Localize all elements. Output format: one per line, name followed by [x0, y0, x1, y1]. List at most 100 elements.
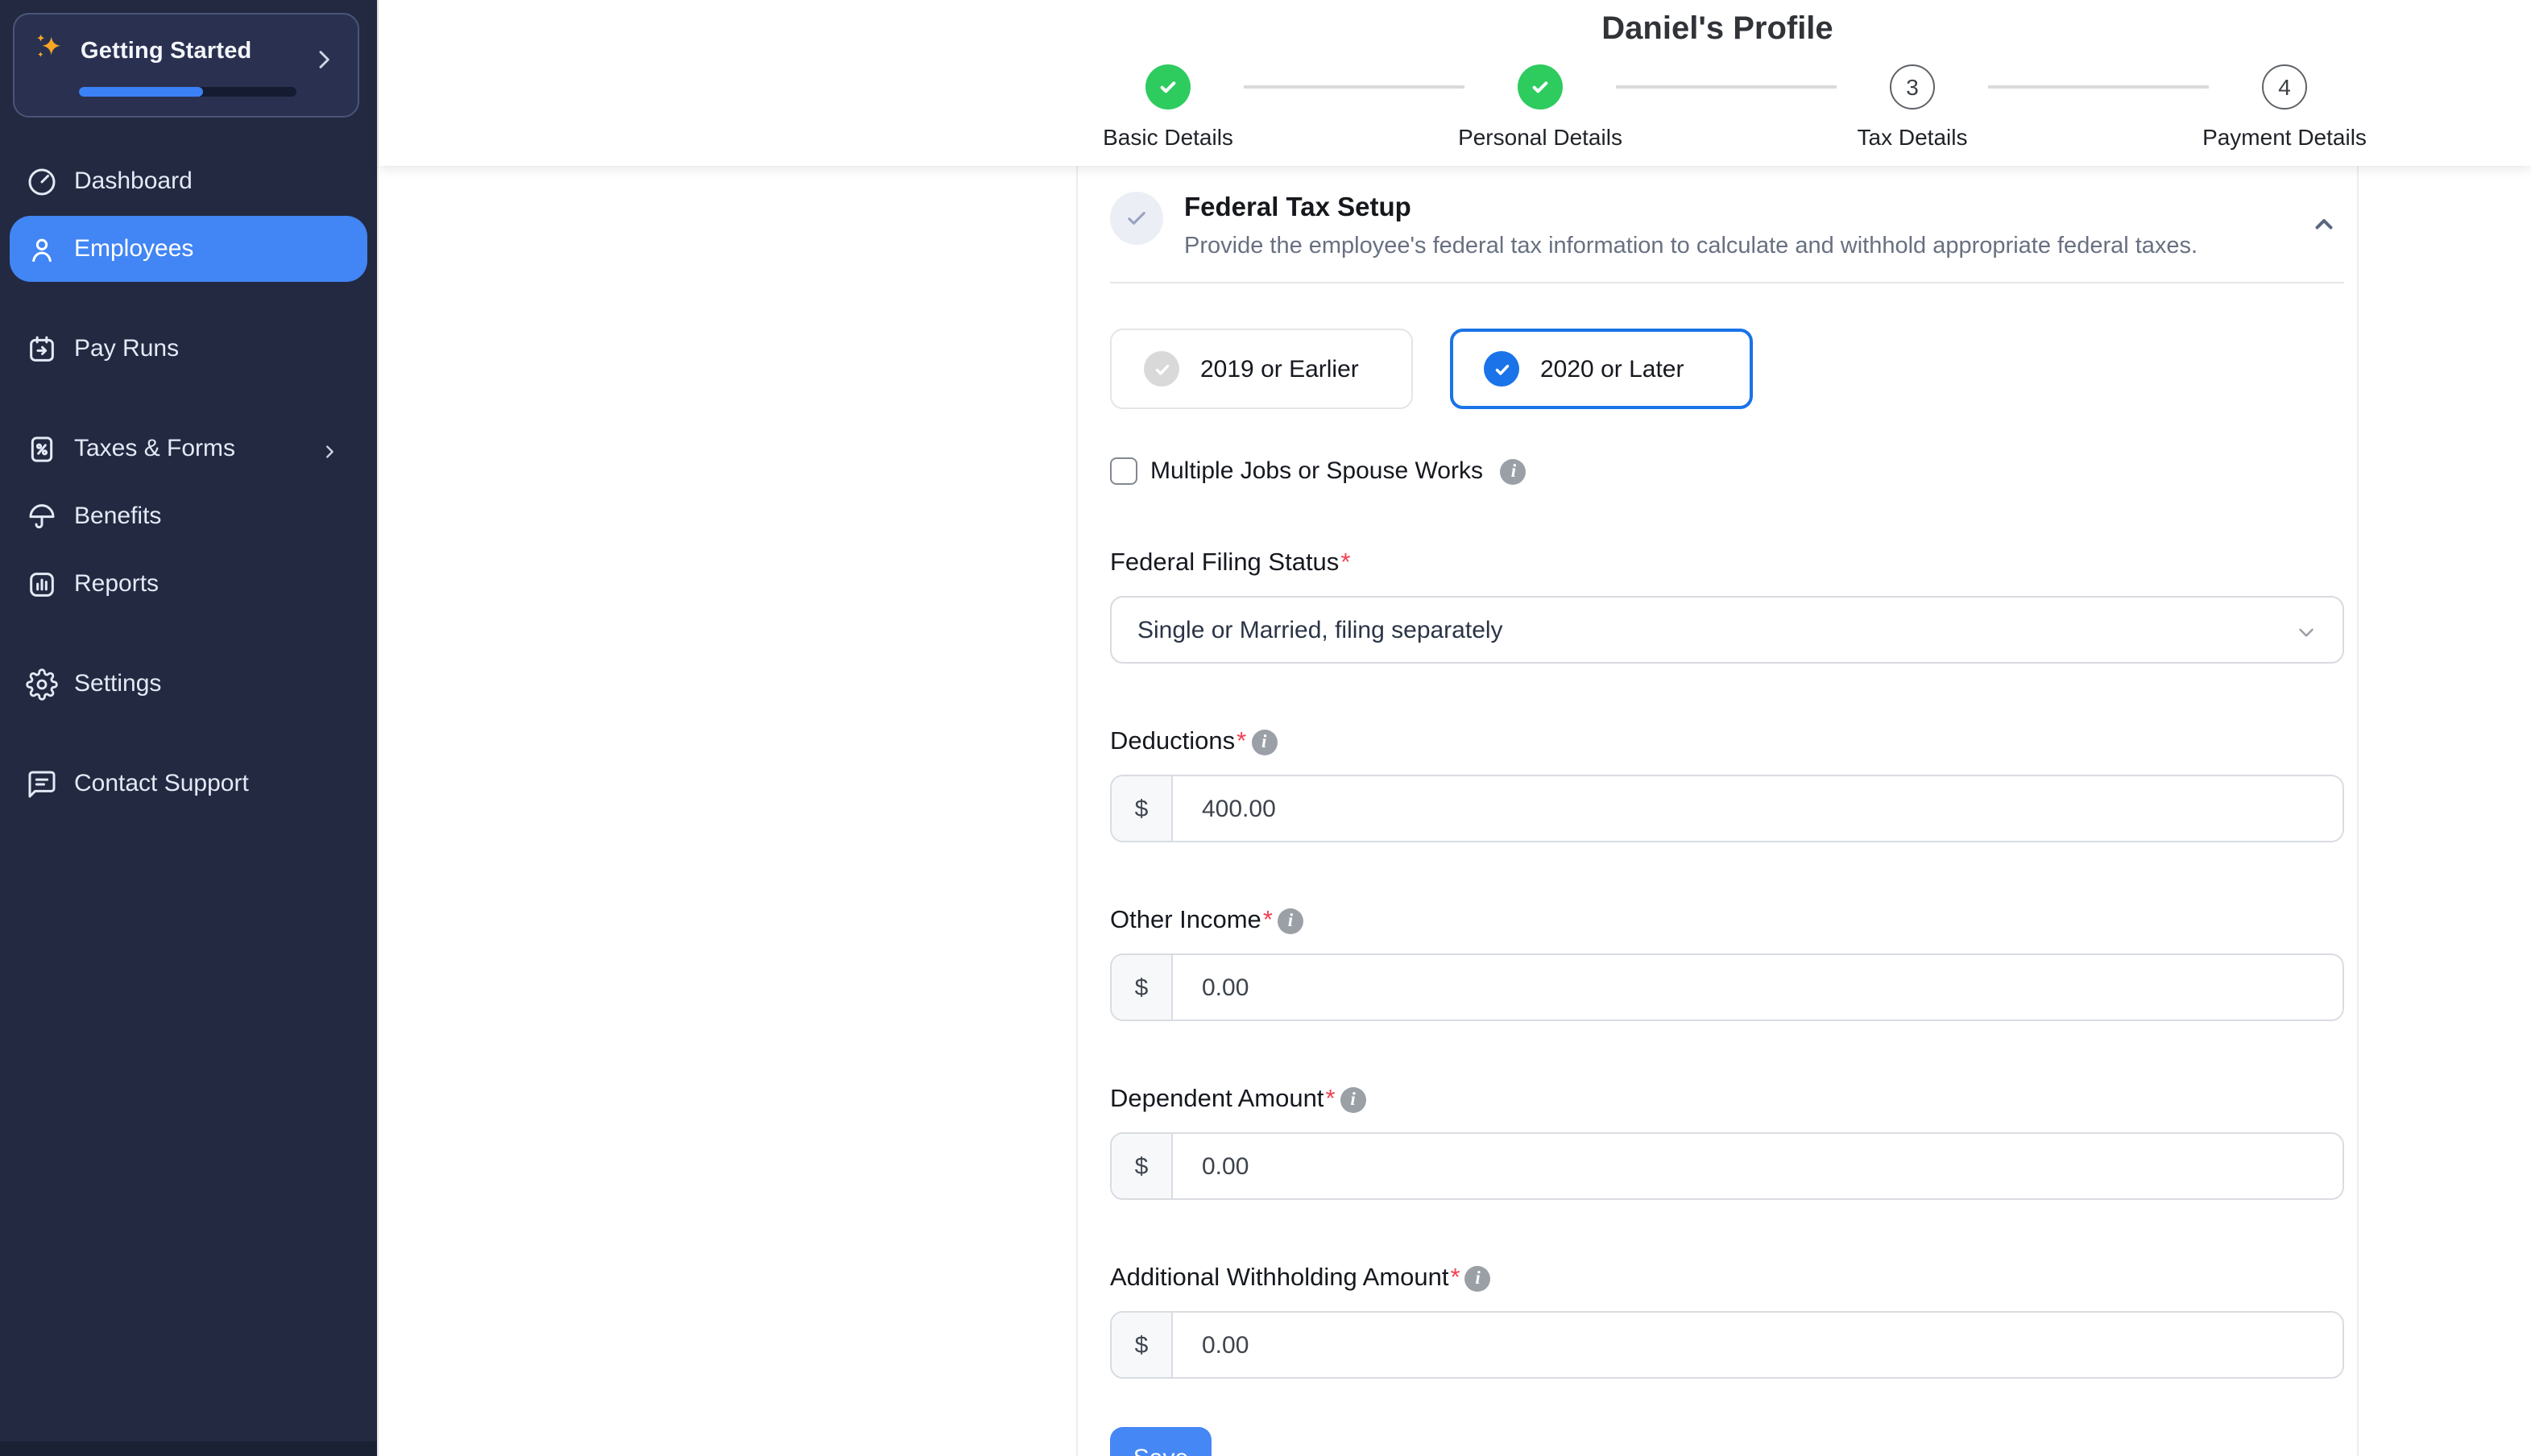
gear-icon [26, 668, 58, 700]
additional-withholding-field: Additional Withholding Amount* i $ [1110, 1264, 2344, 1379]
gauge-icon [26, 165, 58, 197]
info-icon[interactable]: i [1340, 1087, 1366, 1113]
multiple-jobs-row: Multiple Jobs or Spouse Works i [1110, 457, 2344, 485]
dependent-amount-field: Dependent Amount* i $ [1110, 1086, 2344, 1200]
chat-bubble-icon [26, 767, 58, 800]
filing-status-value: Single or Married, filing separately [1137, 616, 1503, 643]
collapse-section-button[interactable] [2307, 208, 2341, 246]
step-number-circle: 4 [2262, 64, 2307, 110]
deductions-label: Deductions [1110, 728, 1235, 757]
step-complete-circle [1518, 64, 1563, 110]
nav-group-gap [0, 718, 377, 749]
sidebar-item-label: Benefits [74, 503, 161, 530]
sidebar: Getting Started Dashboard Employees Pay [0, 0, 379, 1456]
getting-started-progress-fill [79, 87, 203, 97]
app-screen: Getting Started Dashboard Employees Pay [0, 0, 2531, 1456]
sidebar-item-label: Dashboard [74, 168, 193, 195]
dependent-amount-input[interactable] [1173, 1134, 2343, 1198]
check-icon [1527, 74, 1553, 100]
multiple-jobs-checkbox[interactable] [1110, 457, 1137, 485]
chevron-down-icon [2294, 620, 2318, 652]
step-complete-circle [1145, 64, 1191, 110]
required-asterisk: * [1340, 549, 1350, 578]
chevron-up-icon [2310, 211, 2338, 238]
check-icon [1123, 205, 1150, 232]
info-icon[interactable]: i [1465, 1266, 1491, 1292]
deductions-input[interactable] [1173, 776, 2343, 841]
w4-option-2019-or-earlier[interactable]: 2019 or Earlier [1110, 329, 1413, 409]
currency-prefix: $ [1112, 955, 1173, 1020]
info-icon[interactable]: i [1278, 908, 1303, 934]
w4-option-2020-or-later[interactable]: 2020 or Later [1450, 329, 1753, 409]
person-icon [26, 233, 58, 265]
w4-option-label: 2019 or Earlier [1200, 355, 1359, 383]
sidebar-item-taxes-forms[interactable]: Taxes & Forms [10, 416, 367, 482]
additional-withholding-label: Additional Withholding Amount [1110, 1264, 1449, 1293]
filing-status-label: Federal Filing Status [1110, 549, 1339, 578]
step-basic-details[interactable]: Basic Details [1104, 64, 1232, 150]
currency-prefix: $ [1112, 776, 1173, 841]
save-button[interactable]: Save [1110, 1427, 1212, 1456]
step-label: Tax Details [1858, 124, 1968, 150]
step-connector [1616, 85, 1837, 88]
step-tax-details[interactable]: 3 Tax Details [1848, 64, 1977, 150]
getting-started-card[interactable]: Getting Started [13, 13, 359, 118]
sidebar-item-contact-support[interactable]: Contact Support [10, 751, 367, 817]
sidebar-item-label: Reports [74, 570, 159, 598]
other-income-input[interactable] [1173, 955, 2343, 1020]
multiple-jobs-label: Multiple Jobs or Spouse Works [1150, 457, 1483, 485]
sidebar-item-dashboard[interactable]: Dashboard [10, 148, 367, 214]
sidebar-item-employees[interactable]: Employees [10, 216, 367, 282]
currency-prefix: $ [1112, 1313, 1173, 1377]
section-divider [1110, 282, 2344, 283]
info-icon[interactable]: i [1501, 458, 1526, 484]
dependent-amount-label: Dependent Amount [1110, 1086, 1323, 1115]
getting-started-progress-track [79, 87, 296, 97]
umbrella-icon [26, 500, 58, 532]
filing-status-field: Federal Filing Status* Single or Married… [1110, 549, 2344, 664]
sidebar-item-label: Pay Runs [74, 335, 179, 362]
sidebar-item-settings[interactable]: Settings [10, 651, 367, 717]
nav-group-gap [0, 283, 377, 314]
section-title: Federal Tax Setup [1184, 192, 2198, 224]
sidebar-item-label: Contact Support [74, 770, 249, 797]
additional-withholding-input[interactable] [1173, 1313, 2343, 1377]
getting-started-label: Getting Started [81, 38, 251, 64]
step-number-circle: 3 [1890, 64, 1935, 110]
section-check-circle [1110, 192, 1163, 245]
nav-group-gap [0, 618, 377, 649]
step-personal-details[interactable]: Personal Details [1476, 64, 1605, 150]
chevron-right-icon [311, 47, 337, 81]
filing-status-select[interactable]: Single or Married, filing separately [1110, 596, 2344, 664]
section-description: Provide the employee's federal tax infor… [1184, 234, 2198, 259]
main-area: Daniel's Profile Basic Details Personal [379, 0, 2531, 1456]
calendar-arrow-icon [26, 333, 58, 365]
sparkle-icon [34, 31, 66, 71]
page-title: Daniel's Profile [1076, 0, 2359, 48]
w4-option-label: 2020 or Later [1540, 355, 1684, 383]
step-number: 4 [2278, 74, 2291, 100]
sidebar-footer [0, 1442, 377, 1456]
check-icon [1155, 74, 1181, 100]
tax-details-panel: Federal Tax Setup Provide the employee's… [1076, 166, 2359, 1456]
info-icon[interactable]: i [1251, 730, 1277, 755]
required-asterisk: * [1451, 1264, 1460, 1293]
percent-file-icon [26, 432, 58, 465]
step-connector [1988, 85, 2209, 88]
stepper: Basic Details Personal Details 3 [1076, 48, 2359, 150]
step-label: Personal Details [1458, 124, 1622, 150]
sidebar-item-pay-runs[interactable]: Pay Runs [10, 316, 367, 382]
currency-prefix: $ [1112, 1134, 1173, 1198]
step-connector [1244, 85, 1464, 88]
required-asterisk: * [1263, 907, 1273, 936]
required-asterisk: * [1325, 1086, 1335, 1115]
w4-year-options: 2019 or Earlier 2020 or Later [1110, 329, 2344, 409]
step-label: Basic Details [1103, 124, 1233, 150]
profile-header: Daniel's Profile Basic Details Personal [379, 0, 2531, 166]
sidebar-item-reports[interactable]: Reports [10, 551, 367, 617]
blue-check-circle-icon [1484, 351, 1519, 387]
step-payment-details[interactable]: 4 Payment Details [2220, 64, 2349, 150]
nav-group-gap [0, 383, 377, 414]
sidebar-item-label: Taxes & Forms [74, 435, 235, 462]
sidebar-item-benefits[interactable]: Benefits [10, 483, 367, 549]
